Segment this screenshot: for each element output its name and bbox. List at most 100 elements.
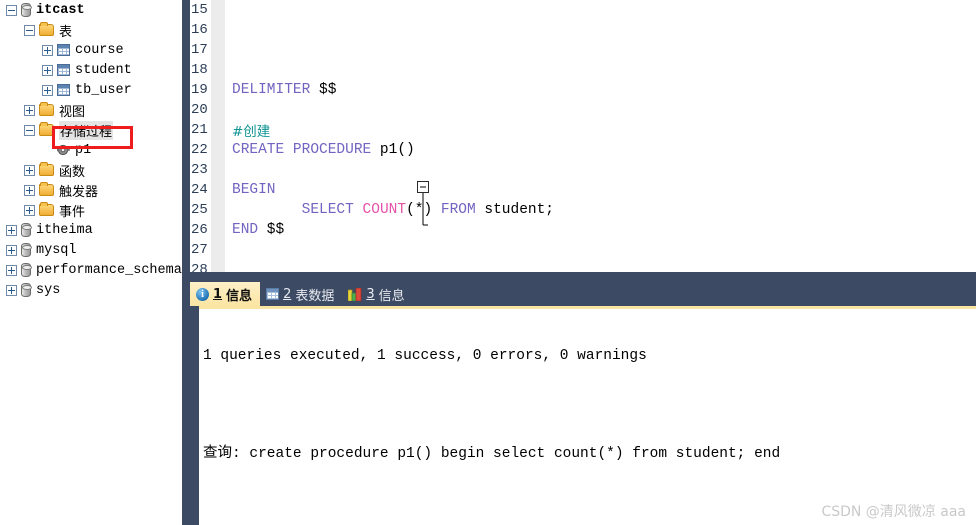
code-line-18[interactable]: 18 (190, 60, 976, 80)
tree-item-表[interactable]: 表 (0, 20, 182, 40)
line-number: 24 (191, 182, 208, 198)
line-number: 15 (191, 2, 208, 18)
line-number: 28 (191, 262, 208, 272)
tab-label: 信息 (378, 288, 405, 304)
collapse-toggle-icon[interactable] (24, 124, 35, 136)
tree-item-sys[interactable]: sys (0, 280, 182, 300)
tree-item-student[interactable]: student (0, 60, 182, 80)
tree-item-mysql[interactable]: mysql (0, 240, 182, 260)
folder-icon (39, 202, 54, 216)
tab-label: 信息 (226, 288, 253, 304)
expand-toggle-icon[interactable] (6, 284, 17, 296)
tree-item-label: 表 (59, 24, 73, 40)
code-token: COUNT (362, 202, 407, 218)
tab-1-信息[interactable]: i 1 信息 (190, 282, 261, 306)
code-token: $$ (258, 222, 285, 238)
results-message-log[interactable]: 1 queries executed, 1 success, 0 errors,… (199, 309, 976, 525)
tree-item-触发器[interactable]: 触发器 (0, 180, 182, 200)
tree-item-函数[interactable]: 函数 (0, 160, 182, 180)
sql-editor[interactable]: 15 16 17 18 19 DELIMITER $$ 20 21 #创建 22 CREATE PR… (190, 0, 976, 272)
folder-icon (39, 102, 54, 116)
procedure-icon (57, 144, 70, 156)
tree-item-p1[interactable]: p1 (0, 140, 182, 160)
expand-toggle-icon[interactable] (6, 244, 17, 256)
tree-item-存储过程[interactable]: 存储过程 (0, 120, 182, 140)
code-token: $$ (319, 82, 337, 98)
chart-icon (348, 287, 362, 301)
code-line-23[interactable]: 23 (190, 160, 976, 180)
sql-client-window: itcast 表 course student tb_user 视图 存储过程 p1 函数 触发器… (0, 0, 976, 525)
result-query-line: 查询: create procedure p1() begin select c… (203, 446, 781, 462)
expand-toggle-icon[interactable] (24, 184, 35, 196)
code-line-24[interactable]: 24 BEGIN (190, 180, 976, 200)
expand-toggle-icon[interactable] (42, 44, 53, 56)
expand-toggle-icon[interactable] (6, 264, 17, 276)
expand-toggle-icon[interactable] (24, 164, 35, 176)
expand-toggle-icon[interactable] (24, 204, 35, 216)
collapse-toggle-icon[interactable] (6, 4, 17, 16)
sidebar-divider (182, 0, 190, 525)
folder-icon (39, 22, 54, 36)
expand-toggle-icon[interactable] (6, 224, 17, 236)
table-icon (57, 84, 70, 96)
tree-item-label: sys (36, 282, 61, 298)
tree-item-视图[interactable]: 视图 (0, 100, 182, 120)
expand-toggle-icon[interactable] (24, 104, 35, 116)
tree-item-performance_schema[interactable]: performance_schema (0, 260, 182, 280)
tree-item-label: itheima (36, 222, 93, 238)
panel-separator[interactable] (190, 272, 976, 282)
code-token: DELIMITER (232, 82, 311, 98)
code-token: CREATE PROCEDURE (232, 142, 372, 158)
results-tab-bar[interactable]: i 1 信息 2 表数据 3 信息 (190, 282, 976, 306)
collapse-toggle-icon[interactable] (24, 24, 35, 36)
tree-item-itheima[interactable]: itheima (0, 220, 182, 240)
tree-item-label: itcast (36, 2, 85, 18)
code-token: BEGIN (232, 182, 276, 198)
tree-item-course[interactable]: course (0, 40, 182, 60)
line-number: 21 (191, 122, 208, 138)
tree-item-itcast[interactable]: itcast (0, 0, 182, 20)
expand-toggle-icon[interactable] (42, 64, 53, 76)
code-line-16[interactable]: 16 (190, 20, 976, 40)
code-line-25[interactable]: 25 SELECT COUNT(*) FROM student; (190, 200, 976, 220)
line-content: CREATE PROCEDURE p1() (225, 142, 415, 158)
tree-item-label: student (75, 62, 132, 78)
code-line-15[interactable]: 15 (190, 0, 976, 20)
code-token: p1() (371, 142, 415, 158)
code-line-27[interactable]: 27 (190, 240, 976, 260)
database-icon (21, 283, 32, 297)
database-object-tree[interactable]: itcast 表 course student tb_user 视图 存储过程 p1 函数 触发器… (0, 0, 182, 525)
code-token: FROM (440, 202, 476, 218)
code-token: (*) (406, 202, 441, 218)
line-number: 23 (191, 162, 208, 178)
code-line-28[interactable]: 28 (190, 260, 976, 272)
line-number: 16 (191, 22, 208, 38)
line-number: 19 (191, 82, 208, 98)
code-line-17[interactable]: 17 (190, 40, 976, 60)
line-number: 25 (191, 202, 208, 218)
tree-item-事件[interactable]: 事件 (0, 200, 182, 220)
result-summary-line: 1 queries executed, 1 success, 0 errors,… (203, 348, 647, 364)
editor-code-lines[interactable]: 15 16 17 18 19 DELIMITER $$ 20 21 #创建 22 CREATE PR… (190, 0, 976, 272)
watermark: CSDN @清风微凉 aaa (821, 504, 966, 520)
code-token: student; (475, 202, 555, 218)
tree-item-tb_user[interactable]: tb_user (0, 80, 182, 100)
code-line-26[interactable]: 26 END $$ (190, 220, 976, 240)
code-line-20[interactable]: 20 (190, 100, 976, 120)
tab-3-信息[interactable]: 3 信息 (342, 282, 412, 306)
tree-item-label: performance_schema (36, 262, 182, 278)
folder-icon (39, 182, 54, 196)
folder-icon (39, 162, 54, 176)
tab-2-表数据[interactable]: 2 表数据 (260, 282, 342, 306)
code-line-22[interactable]: 22 CREATE PROCEDURE p1() (190, 140, 976, 160)
table-icon (57, 44, 70, 56)
expand-toggle-icon[interactable] (42, 84, 53, 96)
code-line-21[interactable]: 21 #创建 (190, 120, 976, 140)
database-icon (21, 223, 32, 237)
code-line-19[interactable]: 19 DELIMITER $$ (190, 80, 976, 100)
tree-item-label: 事件 (59, 204, 86, 220)
tree-item-label: 视图 (59, 104, 86, 120)
